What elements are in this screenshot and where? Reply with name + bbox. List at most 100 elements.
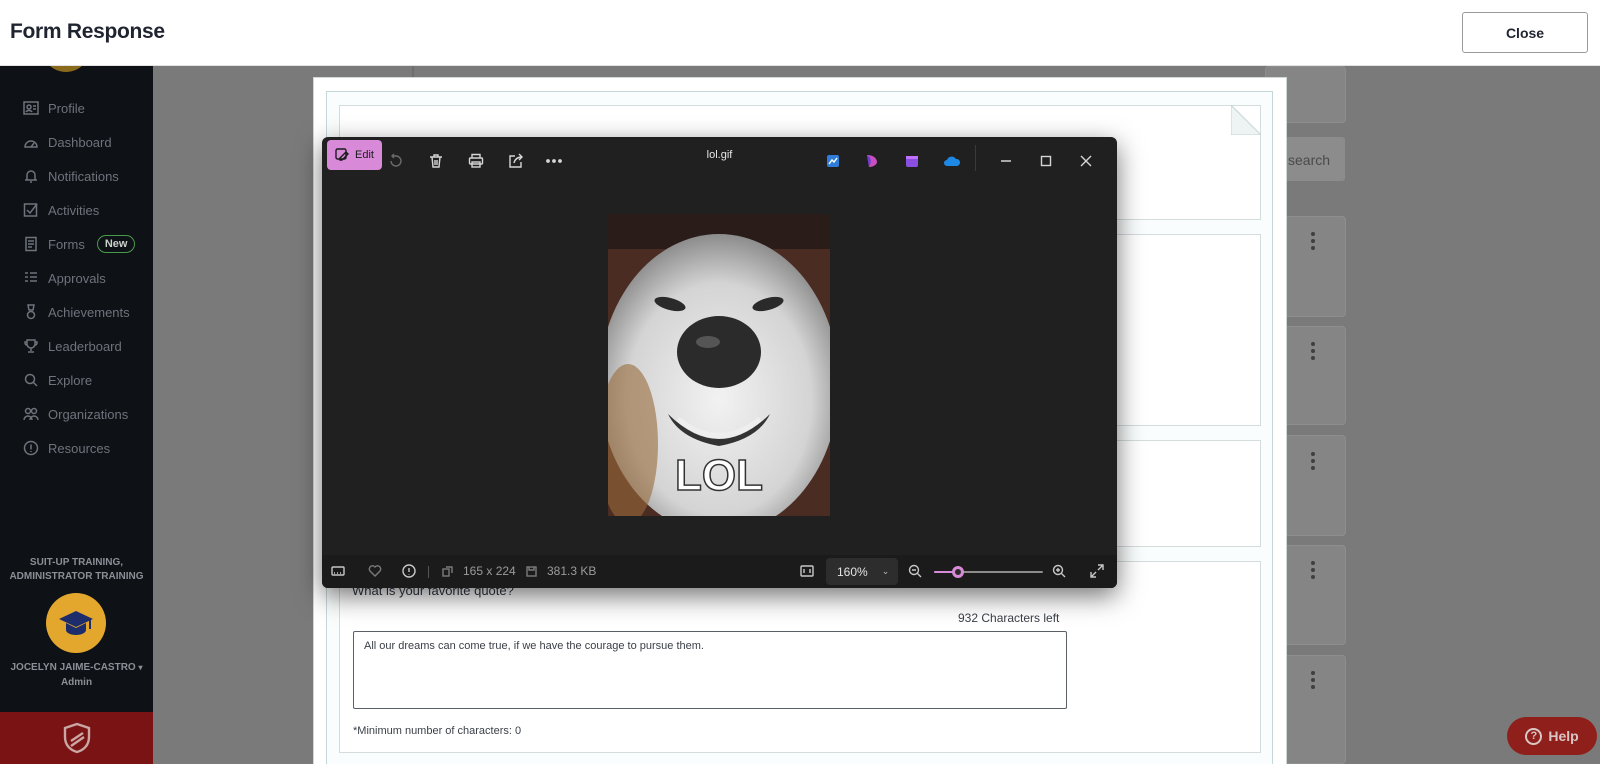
favorite-button[interactable] [368, 564, 382, 578]
info-icon [22, 439, 40, 457]
disk-icon [526, 565, 537, 577]
viewer-status-bar: 165 x 224 381.3 KB 160% ⌄ [322, 555, 1117, 588]
image-viewer-window[interactable]: Edit lol.gif LOL 165 x 224 381.3 KB 160%… [322, 137, 1117, 588]
graduation-cap-icon [59, 611, 93, 635]
fit-to-window-button[interactable] [800, 564, 814, 578]
maximize-button[interactable] [1034, 149, 1058, 173]
sidebar-item-approvals[interactable]: Approvals [22, 267, 106, 289]
minimize-icon [1001, 160, 1011, 162]
kebab-menu-icon [1310, 671, 1316, 691]
sidebar: Profile Dashboard Notifications Activiti… [0, 46, 153, 764]
zoom-slider-handle[interactable] [951, 566, 964, 578]
onedrive-cloud-icon [944, 156, 961, 166]
sidebar-item-dashboard[interactable]: Dashboard [22, 131, 112, 153]
heart-icon [368, 565, 382, 577]
sidebar-item-profile[interactable]: Profile [22, 97, 85, 119]
help-button[interactable]: ? Help [1507, 717, 1597, 755]
kebab-menu-icon [1310, 452, 1316, 472]
sidebar-item-resources[interactable]: Resources [22, 437, 110, 459]
video-editor-button[interactable] [900, 149, 924, 173]
chevron-down-icon: ⌄ [881, 566, 890, 576]
medal-icon [22, 303, 40, 321]
dog-image: LOL [608, 214, 830, 516]
sidebar-item-achievements[interactable]: Achievements [22, 301, 130, 323]
info-icon [402, 564, 416, 578]
maximize-icon [1040, 155, 1052, 167]
expand-icon [1090, 564, 1104, 578]
dimensions-icon [442, 565, 453, 577]
zoom-out-button[interactable] [908, 564, 922, 578]
kebab-menu-icon [1310, 232, 1316, 252]
file-size: 381.3 KB [526, 564, 596, 578]
filmstrip-button[interactable] [331, 564, 345, 578]
new-badge: New [96, 235, 136, 253]
sidebar-item-leaderboard[interactable]: Leaderboard [22, 335, 122, 357]
checkbox-icon [22, 201, 40, 219]
minimize-button[interactable] [994, 149, 1018, 173]
sidebar-item-label: Leaderboard [48, 338, 122, 354]
sidebar-item-label: Forms [48, 236, 85, 252]
page-title: Form Response [10, 20, 165, 43]
sidebar-item-label: Achievements [48, 304, 130, 320]
form-icon [22, 235, 40, 253]
characters-left: 932 Characters left [958, 611, 1060, 625]
organization-avatar[interactable] [46, 593, 106, 653]
zoom-slider[interactable] [934, 566, 1043, 578]
approvals-icon [22, 269, 40, 287]
zoom-in-button[interactable] [1052, 564, 1066, 578]
sidebar-item-label: Profile [48, 100, 85, 116]
full-screen-button[interactable] [1090, 564, 1104, 578]
dashboard-icon [22, 133, 40, 151]
onedrive-button[interactable] [940, 149, 964, 173]
displayed-image: LOL [608, 214, 830, 516]
kebab-menu-icon [1310, 561, 1316, 581]
sidebar-item-activities[interactable]: Activities [22, 199, 99, 221]
fit-window-icon [800, 565, 814, 577]
close-icon [1080, 155, 1092, 167]
brand-bar[interactable] [0, 712, 153, 764]
caret-down-icon: ▾ [138, 663, 143, 672]
sidebar-item-label: Approvals [48, 270, 106, 286]
sidebar-item-notifications[interactable]: Notifications [22, 165, 119, 187]
zoom-in-icon [1052, 564, 1066, 578]
minimum-characters-note: *Minimum number of characters: 0 [353, 725, 522, 737]
close-button[interactable]: Close [1462, 12, 1588, 53]
zoom-out-icon [908, 564, 922, 578]
question-mark-icon: ? [1525, 727, 1543, 745]
image-caption: LOL [675, 451, 763, 500]
sidebar-item-label: Resources [48, 440, 111, 456]
file-info-button[interactable] [402, 564, 416, 578]
sidebar-item-organizations[interactable]: Organizations [22, 403, 128, 425]
bell-icon [22, 167, 40, 185]
clipchamp-button[interactable] [860, 149, 884, 173]
sidebar-item-explore[interactable]: Explore [22, 369, 92, 391]
organization-name: SUIT-UP TRAINING, ADMINISTRATOR TRAINING [9, 557, 144, 582]
image-dimensions: 165 x 224 [442, 564, 516, 578]
sidebar-item-label: Notifications [48, 168, 119, 184]
trophy-icon [22, 337, 40, 355]
profile-icon [22, 99, 40, 117]
people-icon [22, 405, 40, 423]
user-role: Admin [60, 677, 93, 688]
top-bar: Form Response Close [0, 0, 1600, 66]
answer-textarea[interactable]: All our dreams can come true, if we have… [353, 631, 1067, 709]
clipchamp-app-icon [906, 156, 918, 167]
status-divider [428, 566, 429, 578]
photo-app-icon [827, 155, 839, 167]
zoom-level-dropdown[interactable]: 160% ⌄ [826, 558, 898, 585]
toolbar-divider [975, 145, 976, 171]
explore-icon [22, 371, 40, 389]
kebab-menu-icon [1310, 342, 1316, 362]
sidebar-item-label: Explore [48, 372, 93, 388]
designer-app-icon [867, 155, 877, 167]
filmstrip-icon [331, 566, 345, 576]
sidebar-item-label: Organizations [48, 406, 129, 422]
user-name[interactable]: JOCELYN JAIME-CASTRO ▾ [0, 662, 153, 673]
sidebar-item-label: Activities [48, 202, 100, 218]
page-fold-icon [1231, 105, 1261, 135]
photo-editor-button[interactable] [821, 149, 845, 173]
sidebar-item-forms[interactable]: Forms New [22, 233, 136, 255]
close-window-button[interactable] [1074, 149, 1098, 173]
sidebar-item-label: Dashboard [48, 134, 112, 150]
shield-logo-icon [63, 722, 90, 754]
